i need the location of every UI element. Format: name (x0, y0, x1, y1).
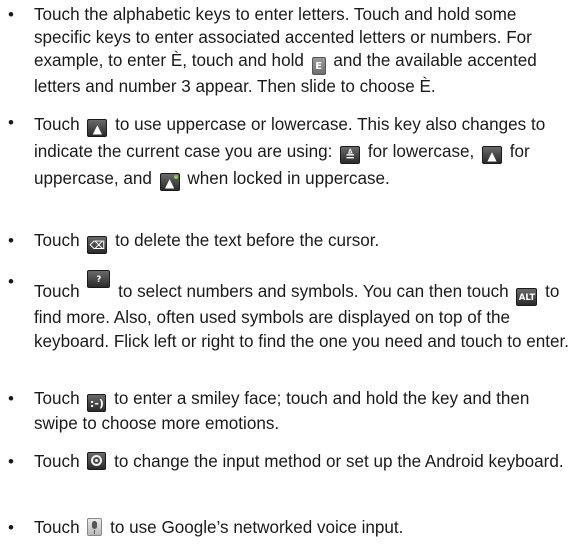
microphone-icon (87, 518, 103, 536)
bullet-icon: • (8, 231, 14, 250)
bullet-icon: • (8, 272, 14, 291)
item-text: Touch ?123 to select numbers and symbols… (34, 270, 572, 354)
shift-locked-icon: ▲ (159, 173, 180, 191)
shift-key-icon: ▲ (87, 119, 108, 137)
item-text: Touch ⌫ to delete the text before the cu… (34, 231, 380, 254)
bullet-icon: • (8, 5, 14, 24)
smiley-key-icon: :-) (87, 394, 107, 412)
bullet-icon: • (8, 452, 14, 471)
alt-key-icon: ALT (516, 288, 538, 306)
delete-key-icon: ⌫ (87, 236, 108, 254)
item-text: Touch to use Google’s networked voice in… (34, 518, 404, 537)
item-text: Touch ▲ to use uppercase or lowercase. T… (34, 115, 546, 191)
shift-lowercase-icon: ≜ (340, 146, 361, 164)
shift-uppercase-icon: ▲ (482, 146, 503, 164)
item-text: Touch the alphabetic keys to enter lette… (34, 5, 537, 96)
numbers-key-icon: ?123 (87, 270, 111, 303)
bullet-icon: • (8, 113, 14, 132)
item-text: Touch to change the input method or set … (34, 452, 564, 471)
item-text: Touch :-) to enter a smiley face; touch … (34, 389, 530, 433)
settings-gear-icon (87, 452, 107, 470)
bullet-icon: • (8, 389, 14, 408)
e-key-icon: E (311, 57, 326, 75)
bullet-icon: • (8, 518, 14, 537)
